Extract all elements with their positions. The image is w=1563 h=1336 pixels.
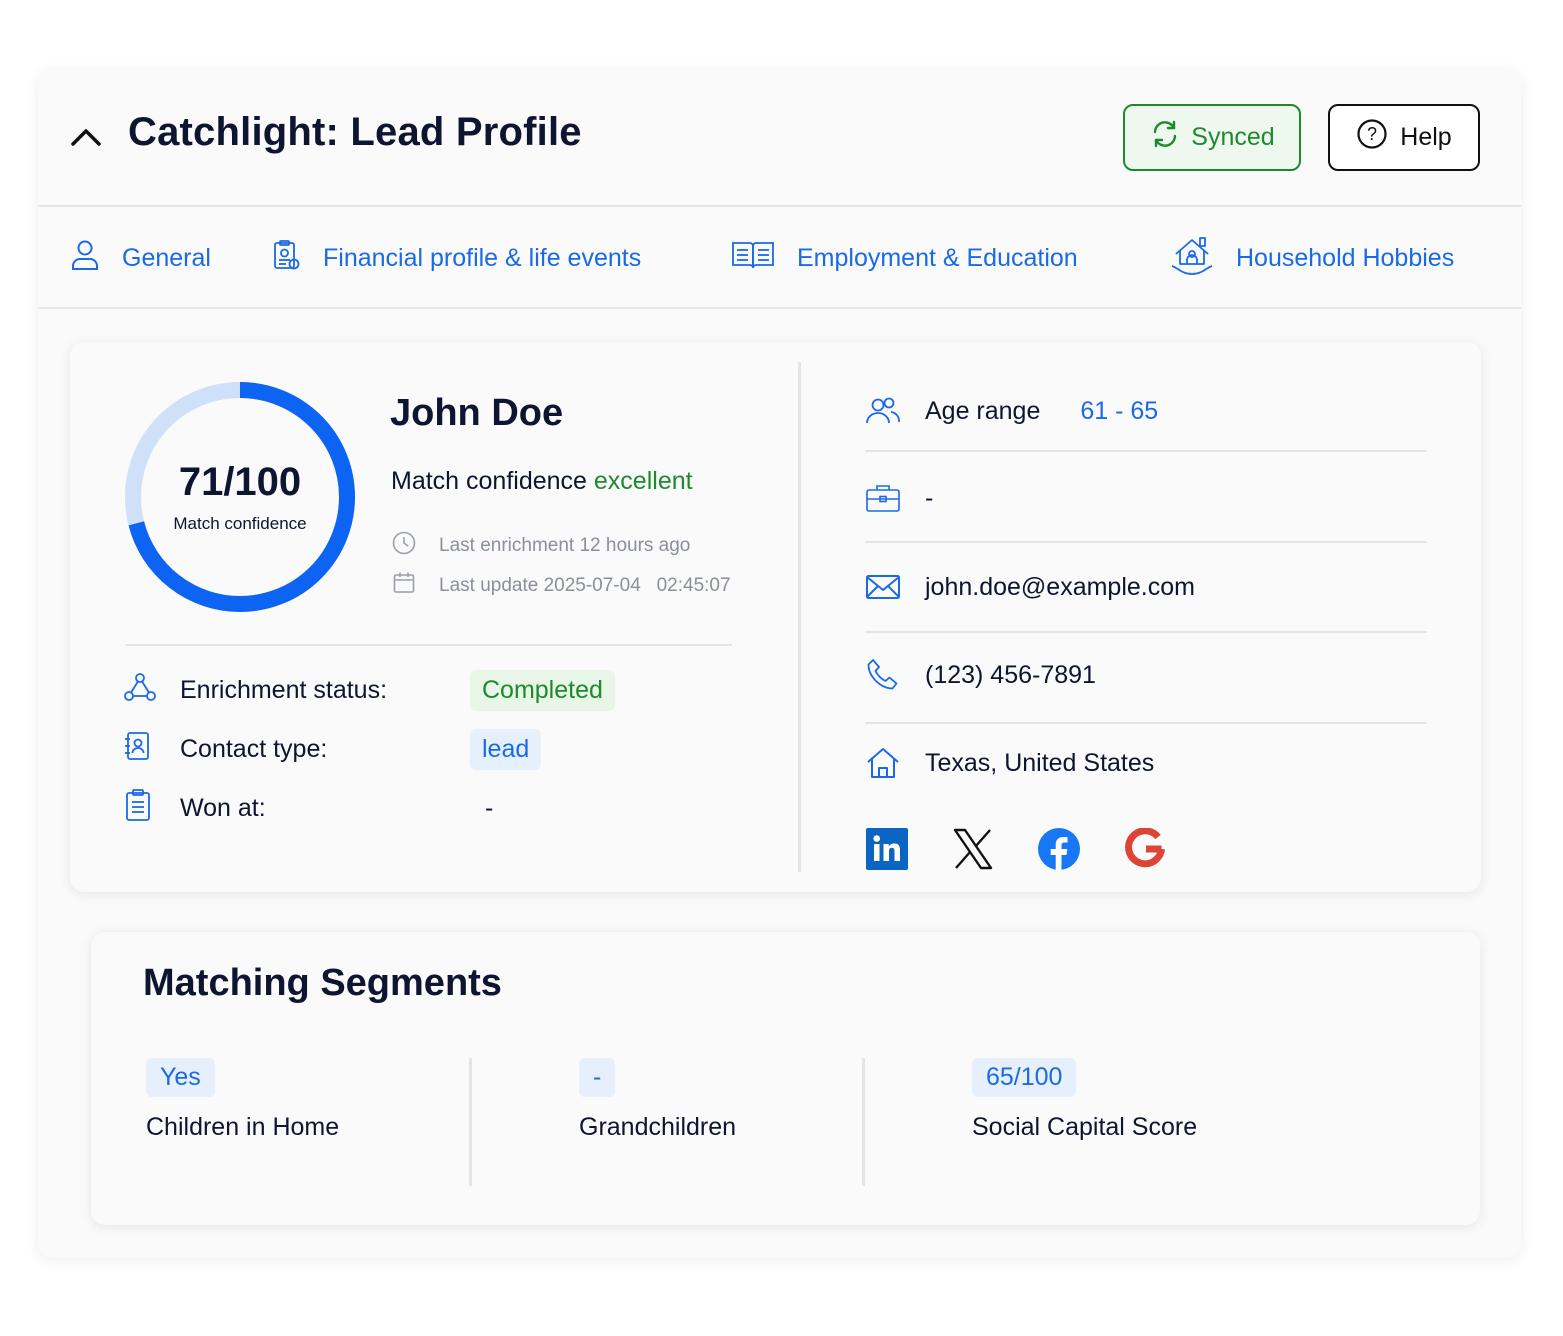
segment-divider bbox=[469, 1058, 472, 1186]
won-at-row: Won at: - bbox=[123, 786, 493, 830]
segment-label: Children in Home bbox=[146, 1113, 340, 1141]
sync-icon bbox=[1149, 118, 1181, 157]
clipboard-icon bbox=[123, 788, 153, 829]
clock-icon bbox=[391, 530, 417, 562]
phone-value[interactable]: (123) 456-7891 bbox=[925, 661, 1096, 690]
svg-text:?: ? bbox=[1367, 124, 1377, 144]
match-score: 71/100 bbox=[178, 460, 302, 504]
tab-employment-education[interactable]: Employment & Education bbox=[731, 235, 1078, 281]
briefcase-icon bbox=[865, 483, 905, 513]
segment-grandchildren: - Grandchildren bbox=[579, 1058, 736, 1142]
segment-value-badge: - bbox=[579, 1058, 616, 1097]
match-confidence-text: Match confidence excellent bbox=[391, 467, 693, 495]
synced-label: Synced bbox=[1191, 123, 1275, 151]
person-icon bbox=[70, 239, 100, 278]
phone-row: (123) 456-7891 bbox=[865, 630, 1427, 720]
panel-header: Catchlight: Lead Profile Synced ? Help bbox=[38, 70, 1521, 207]
financial-document-icon bbox=[271, 239, 301, 278]
segment-value-badge: Yes bbox=[146, 1058, 215, 1097]
segment-label: Grandchildren bbox=[579, 1113, 737, 1141]
synced-button[interactable]: Synced bbox=[1123, 104, 1301, 171]
divider bbox=[865, 450, 1427, 452]
segments-title: Matching Segments bbox=[143, 962, 502, 1004]
tab-bar: General Financial profile & life events … bbox=[38, 207, 1521, 309]
enrichment-status-badge: Completed bbox=[470, 669, 615, 711]
contact-type-badge: lead bbox=[470, 728, 542, 770]
chevron-up-icon[interactable] bbox=[68, 122, 104, 152]
lead-profile-panel: Catchlight: Lead Profile Synced ? Help G… bbox=[38, 70, 1521, 1258]
help-button[interactable]: ? Help bbox=[1328, 104, 1480, 171]
age-range-value: 61 - 65 bbox=[1080, 396, 1159, 425]
job-row: - bbox=[865, 453, 1427, 543]
phone-icon bbox=[865, 657, 905, 693]
facebook-icon[interactable] bbox=[1037, 827, 1081, 871]
segment-value-badge: 65/100 bbox=[972, 1058, 1077, 1097]
email-value[interactable]: john.doe@example.com bbox=[925, 573, 1195, 602]
household-icon bbox=[1170, 234, 1214, 283]
job-value: - bbox=[925, 483, 934, 512]
match-score-label: Match confidence bbox=[173, 514, 307, 533]
column-divider bbox=[798, 362, 801, 872]
divider bbox=[125, 644, 732, 646]
lead-name: John Doe bbox=[390, 392, 564, 434]
page-title: Catchlight: Lead Profile bbox=[128, 110, 582, 154]
house-icon bbox=[865, 745, 905, 781]
age-range-row: Age range 61 - 65 bbox=[865, 366, 1427, 456]
last-update: Last update 2025-07-04 02:45:07 bbox=[391, 570, 731, 602]
location-row: Texas, United States bbox=[865, 718, 1427, 808]
people-icon bbox=[865, 396, 905, 426]
profile-card: 71/100 Match confidence John Doe Match c… bbox=[70, 342, 1481, 892]
email-row: john.doe@example.com bbox=[865, 542, 1427, 632]
segment-label: Social Capital Score bbox=[972, 1113, 1198, 1141]
social-links bbox=[865, 827, 1167, 871]
segment-divider bbox=[862, 1058, 865, 1186]
segment-children-in-home: Yes Children in Home bbox=[146, 1058, 339, 1142]
last-enrichment: Last enrichment 12 hours ago bbox=[391, 530, 690, 562]
x-twitter-icon[interactable] bbox=[951, 827, 995, 871]
location-value: Texas, United States bbox=[925, 748, 1155, 777]
linkedin-icon[interactable] bbox=[865, 827, 909, 871]
calendar-icon bbox=[391, 570, 417, 602]
envelope-icon bbox=[865, 573, 905, 601]
tab-general[interactable]: General bbox=[70, 235, 211, 281]
tab-financial-profile[interactable]: Financial profile & life events bbox=[271, 235, 641, 281]
help-label: Help bbox=[1400, 123, 1452, 151]
question-circle-icon: ? bbox=[1356, 118, 1388, 157]
matching-segments-card: Matching Segments Yes Children in Home -… bbox=[91, 932, 1480, 1225]
confidence-value: excellent bbox=[593, 467, 693, 495]
enrichment-status-row: Enrichment status: Completed bbox=[123, 668, 615, 712]
network-icon bbox=[123, 671, 157, 710]
contact-book-icon bbox=[123, 730, 153, 769]
google-icon[interactable] bbox=[1123, 827, 1167, 871]
segment-social-capital-score: 65/100 Social Capital Score bbox=[972, 1058, 1197, 1142]
contact-type-row: Contact type: lead bbox=[123, 727, 542, 771]
tab-household-hobbies[interactable]: Household Hobbies bbox=[1170, 235, 1454, 281]
won-at-value: - bbox=[485, 793, 494, 822]
open-book-icon bbox=[731, 239, 775, 278]
